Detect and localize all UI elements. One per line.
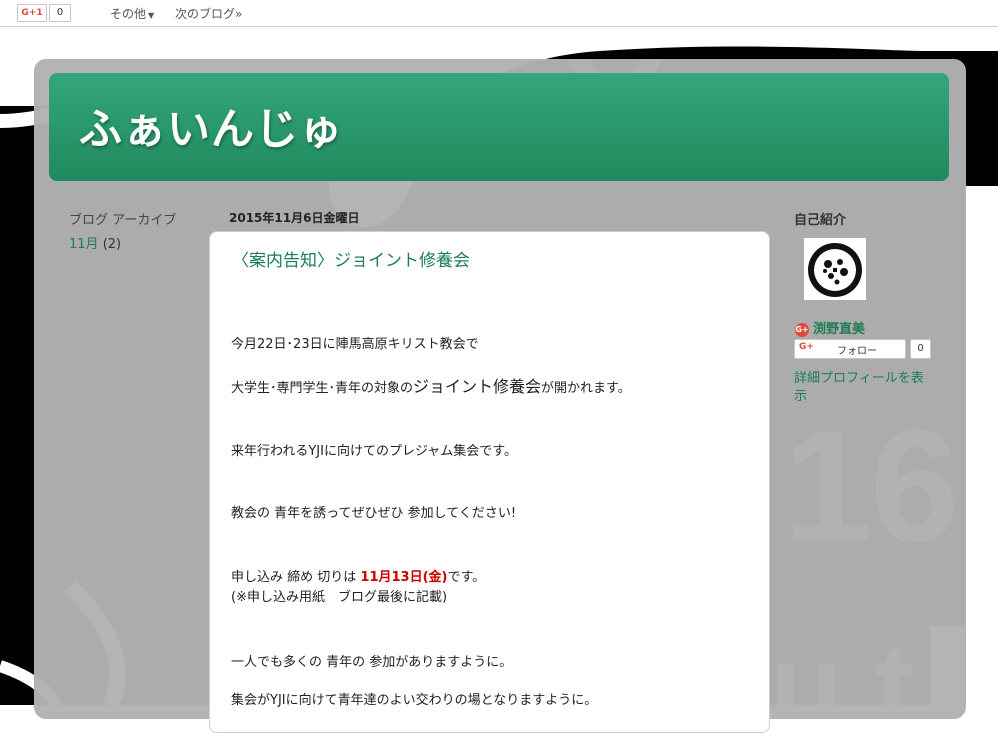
youth-jam-logo bbox=[808, 243, 862, 297]
post-paragraph: 集会がYJIに向けて青年達のよい交わりの場となりますように。 bbox=[231, 693, 598, 708]
post-paragraph: 来年行われるYJIに向けてのプレジャム集会です。 bbox=[231, 444, 518, 459]
post-paragraph: 大学生･専門学生･青年の対象のジョイント修養会が開かれます。 bbox=[231, 373, 631, 397]
post-text: 申し込み 締め 切りは bbox=[231, 570, 361, 585]
archive-month-link[interactable]: 11月 bbox=[69, 237, 99, 252]
follow-count: 0 bbox=[910, 339, 931, 359]
archive-count: (2) bbox=[102, 237, 122, 252]
post-paragraph: 一人でも多くの 青年の 参加がありますように。 bbox=[231, 655, 513, 670]
more-menu[interactable]: その他 ▼ bbox=[110, 5, 154, 22]
post-date: 2015年11月6日金曜日 bbox=[229, 211, 360, 225]
gplus-one-button[interactable]: G+1 bbox=[17, 4, 47, 22]
profile-name[interactable]: G+ 渕野直美 bbox=[795, 318, 865, 337]
more-label: その他 bbox=[110, 7, 147, 21]
next-blog-link[interactable]: 次のブログ» bbox=[175, 5, 242, 22]
post-card: 〈案内告知〉ジョイント修養会 今月22日･23日に陣馬高原キリスト教会で 大学生… bbox=[209, 231, 770, 733]
post-event-name: ジョイント修養会 bbox=[413, 377, 542, 396]
profile-detail-link[interactable]: 詳細プロフィールを表示 bbox=[794, 370, 934, 406]
post-paragraph: 教会の 青年を誘ってぜひぜひ 参加してください! bbox=[231, 506, 517, 521]
archive-item: 11月 (2) bbox=[69, 233, 121, 252]
post-paragraph: 申し込み 締め 切りは 11月13日(金)です。 bbox=[231, 566, 485, 585]
profile-heading: 自己紹介 bbox=[794, 213, 847, 228]
caret-down-icon: ▼ bbox=[148, 11, 155, 20]
blog-title[interactable]: ふぁいんじゅ bbox=[79, 95, 343, 157]
post-text: です。 bbox=[447, 570, 486, 585]
post-paragraph: 今月22日･23日に陣馬高原キリスト教会で bbox=[231, 337, 479, 352]
blog-header: ふぁいんじゅ bbox=[49, 73, 949, 181]
profile-name-text: 渕野直美 bbox=[813, 322, 866, 337]
follow-button[interactable]: G+ フォロー bbox=[794, 339, 906, 359]
profile-image[interactable] bbox=[804, 238, 866, 300]
gplus-icon: G+ bbox=[799, 342, 814, 352]
post-deadline: 11月13日(金) bbox=[360, 570, 448, 585]
post-paragraph: (※申し込み用紙 ブログ最後に記載) bbox=[231, 590, 448, 605]
archive-heading: ブログ アーカイブ bbox=[69, 213, 177, 228]
blogger-navbar: G+1 0 その他 ▼ 次のブログ» bbox=[0, 0, 998, 27]
post-text: 大学生･専門学生･青年の対象の bbox=[231, 381, 414, 396]
gplus-count: 0 bbox=[49, 4, 71, 22]
follow-label: フォロー bbox=[837, 346, 877, 357]
gplus-icon: G+ bbox=[795, 323, 809, 337]
post-title-link[interactable]: 〈案内告知〉ジョイント修養会 bbox=[232, 246, 470, 271]
post-text: が開かれます。 bbox=[541, 381, 631, 396]
